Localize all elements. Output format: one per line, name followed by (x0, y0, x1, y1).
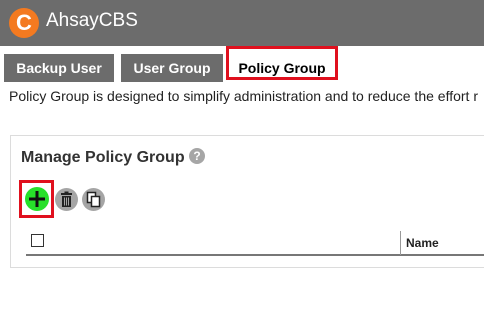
ahsay-logo-icon: C (9, 8, 39, 38)
copy-icon (86, 191, 101, 208)
highlight-policy-group-tab (226, 46, 338, 80)
top-bar: C AhsayCBS (0, 0, 484, 46)
app-name: AhsayCBS (46, 10, 138, 31)
column-header-name[interactable]: Name (406, 236, 439, 250)
copy-policy-group-button[interactable] (82, 188, 105, 211)
highlight-add-button (19, 180, 54, 218)
help-icon[interactable]: ? (189, 148, 205, 164)
select-all-checkbox[interactable] (31, 234, 44, 247)
panel-title: Manage Policy Group (21, 149, 185, 166)
page-description: Policy Group is designed to simplify adm… (9, 88, 478, 104)
tab-backup-user[interactable]: Backup User (4, 54, 114, 82)
column-divider (400, 231, 401, 255)
trash-icon (61, 191, 72, 207)
delete-policy-group-button[interactable] (55, 188, 78, 211)
tab-user-group[interactable]: User Group (121, 54, 223, 82)
